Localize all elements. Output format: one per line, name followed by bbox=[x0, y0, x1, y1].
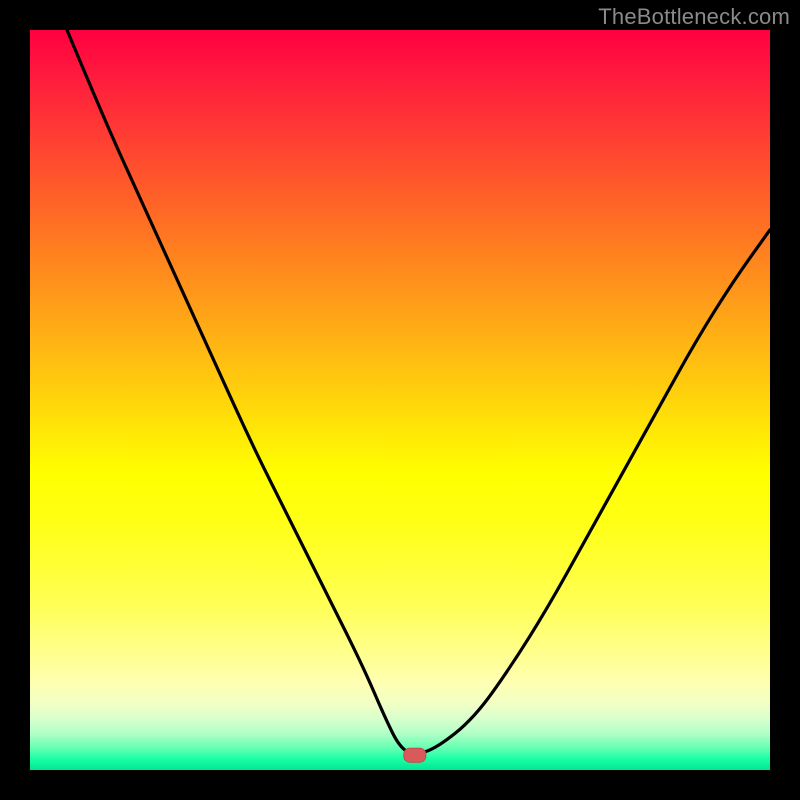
optimal-marker bbox=[404, 748, 426, 762]
plot-area bbox=[30, 30, 770, 770]
chart-frame: TheBottleneck.com bbox=[0, 0, 800, 800]
watermark-text: TheBottleneck.com bbox=[598, 4, 790, 30]
chart-svg bbox=[30, 30, 770, 770]
bottleneck-curve bbox=[67, 30, 770, 753]
